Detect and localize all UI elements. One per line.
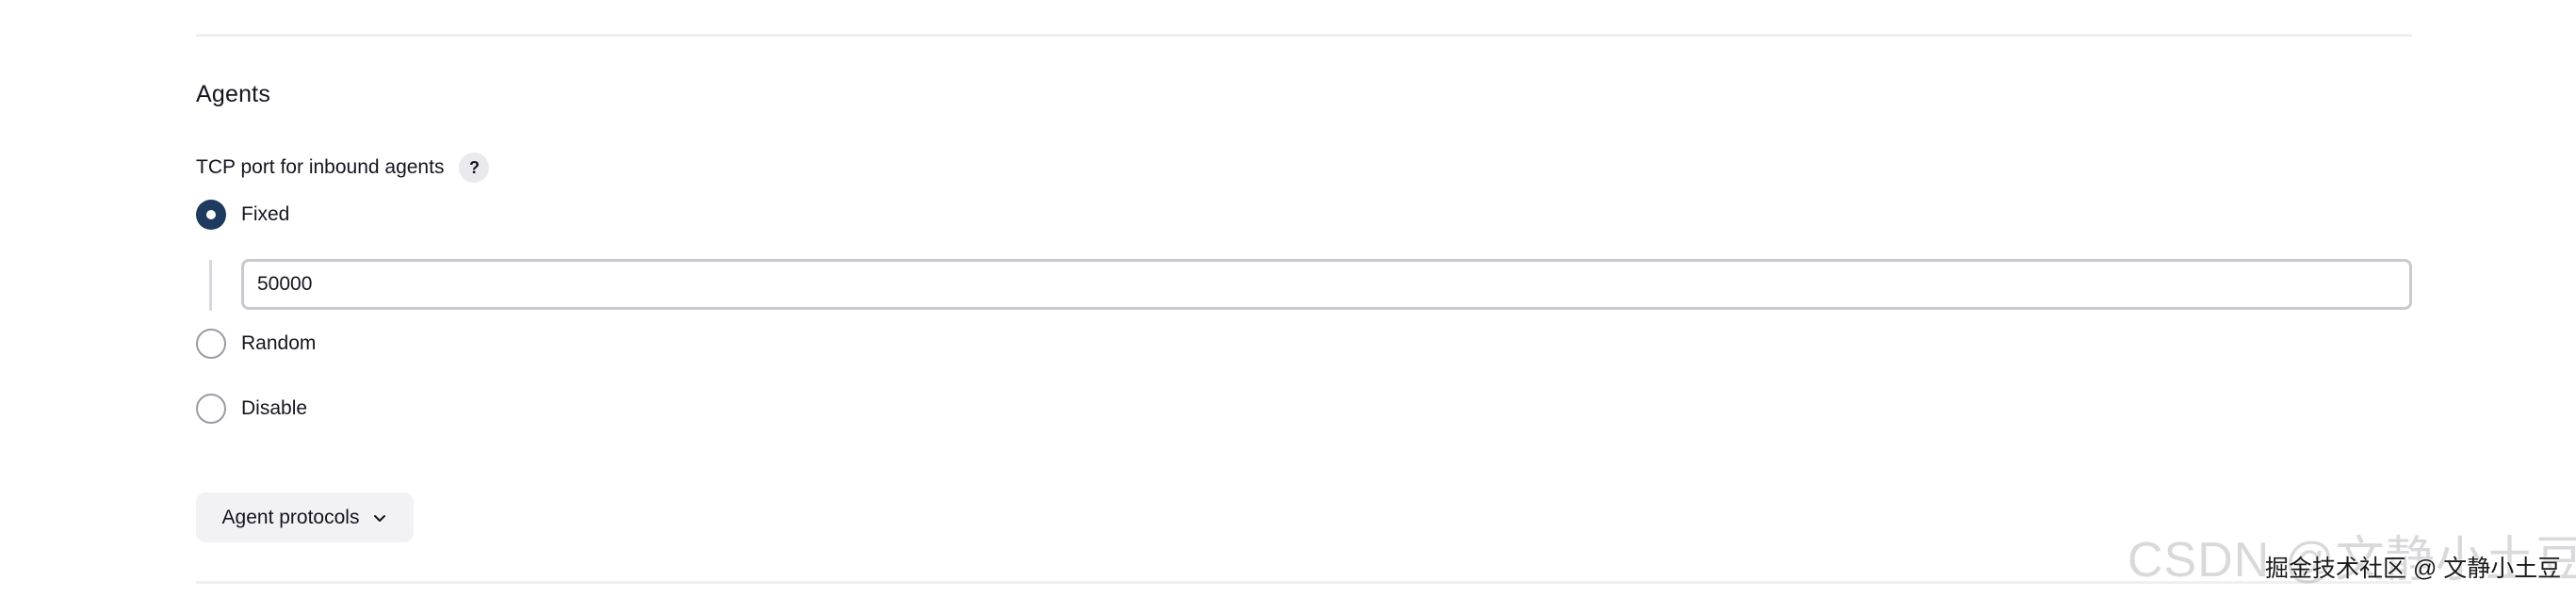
- agent-protocols-button[interactable]: Agent protocols: [196, 492, 414, 542]
- section-divider-bottom: [196, 581, 2412, 584]
- tcp-port-label: TCP port for inbound agents: [196, 156, 445, 178]
- radio-button-fixed[interactable]: [196, 200, 226, 230]
- chevron-down-icon: [372, 510, 387, 525]
- radio-disable[interactable]: Disable: [196, 394, 307, 424]
- fixed-port-input[interactable]: [241, 259, 2412, 310]
- radio-button-random[interactable]: [196, 329, 226, 359]
- radio-label-disable: Disable: [241, 397, 308, 419]
- section-divider-top: [196, 34, 2412, 37]
- tcp-port-label-row: TCP port for inbound agents ?: [196, 153, 490, 183]
- help-icon[interactable]: ?: [459, 153, 490, 183]
- radio-label-fixed: Fixed: [241, 203, 290, 225]
- radio-random[interactable]: Random: [196, 329, 316, 359]
- agents-settings-page: Agents TCP port for inbound agents ? Fix…: [0, 0, 2576, 597]
- radio-label-random: Random: [241, 332, 317, 354]
- section-title: Agents: [196, 81, 271, 107]
- watermark-subtext: 掘金技术社区 @ 文静小土豆: [2265, 556, 2562, 582]
- radio-fixed[interactable]: Fixed: [196, 200, 289, 230]
- agent-protocols-label: Agent protocols: [221, 506, 360, 528]
- nested-indicator-bar: [209, 260, 212, 311]
- radio-button-disable[interactable]: [196, 394, 226, 424]
